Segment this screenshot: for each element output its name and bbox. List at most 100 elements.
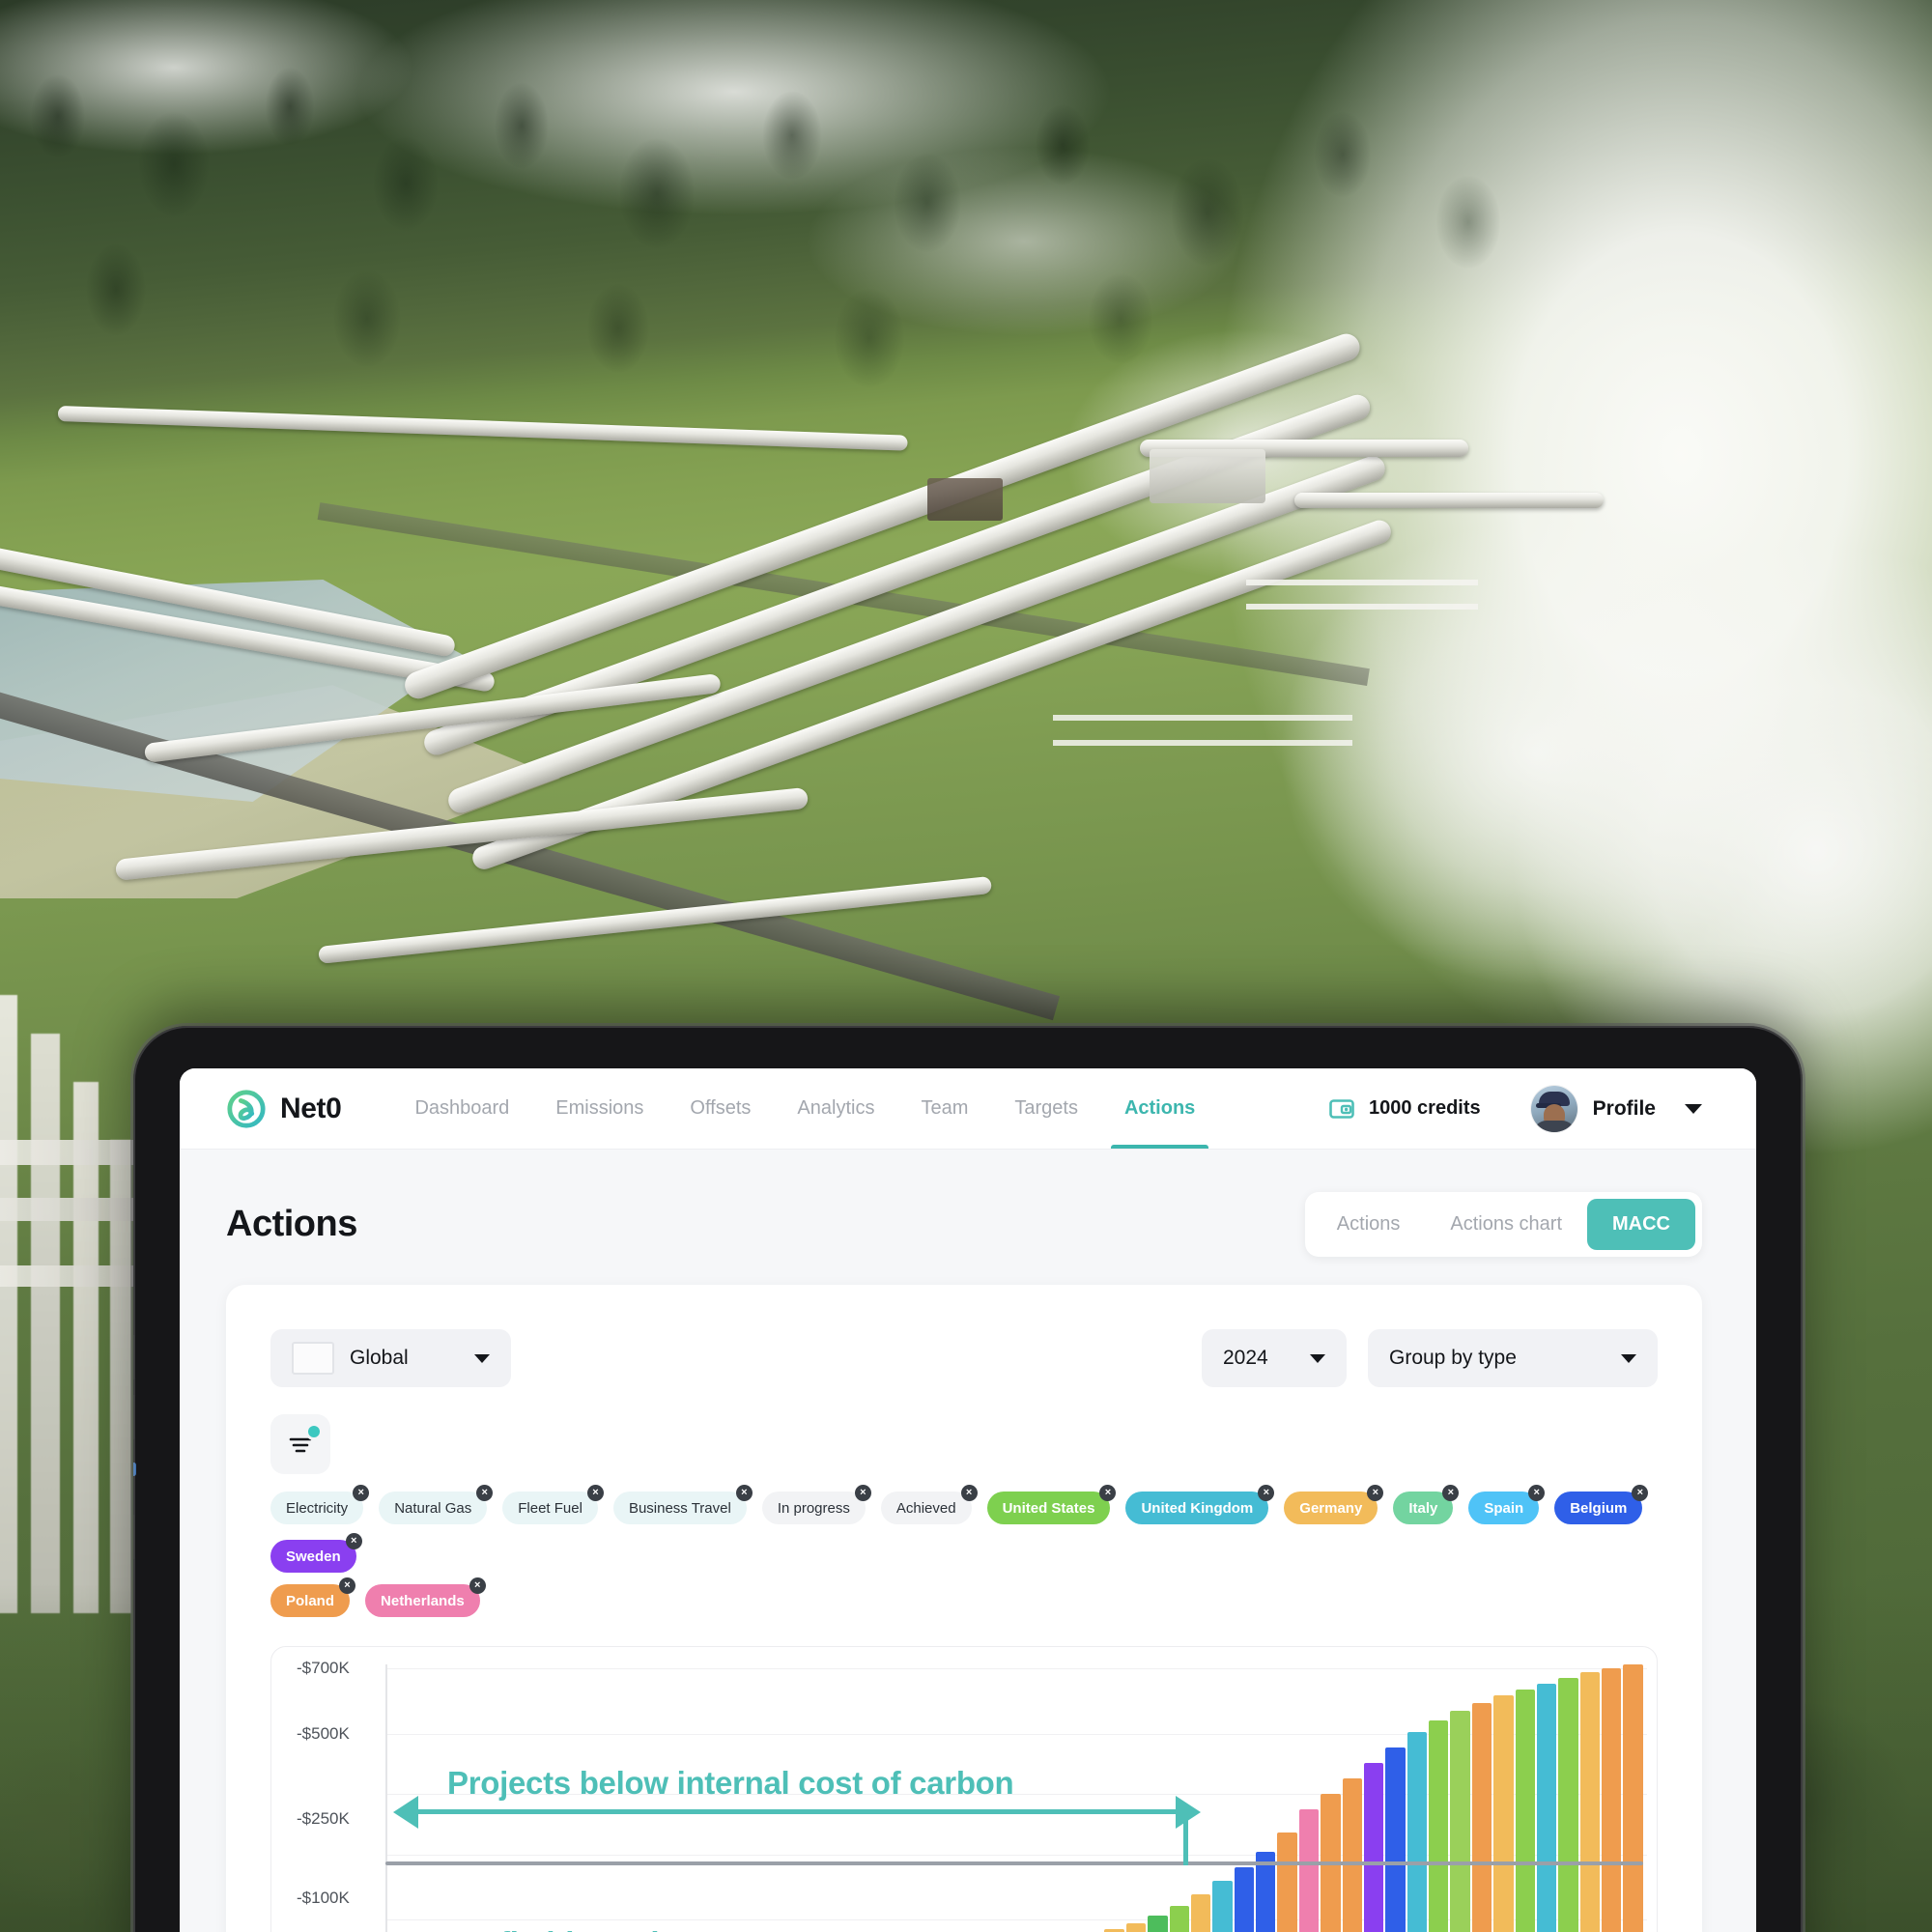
close-circle-icon[interactable]: × [1258, 1485, 1275, 1501]
close-circle-icon[interactable]: × [469, 1577, 486, 1594]
fence-rail [1053, 740, 1352, 746]
bar[interactable] [1234, 1867, 1254, 1932]
bar[interactable] [1342, 1778, 1362, 1932]
close-circle-icon[interactable]: × [1099, 1485, 1117, 1501]
tab-macc[interactable]: MACC [1587, 1198, 1695, 1250]
y-axis-line [385, 1664, 387, 1932]
close-circle-icon[interactable]: × [735, 1485, 753, 1501]
profile-menu[interactable]: Profile [1530, 1085, 1702, 1132]
net0-leaf-circle-icon [226, 1089, 267, 1129]
close-circle-icon[interactable]: × [476, 1485, 494, 1501]
credits-indicator[interactable]: 1000 credits [1328, 1095, 1481, 1122]
filter-chip-label: Italy [1408, 1499, 1438, 1517]
scope-select[interactable]: Global [270, 1329, 511, 1387]
tab-actions[interactable]: Actions [1312, 1199, 1426, 1250]
bar[interactable] [1471, 1703, 1492, 1932]
filter-chip[interactable]: Germany × [1284, 1485, 1384, 1524]
bar[interactable] [1406, 1732, 1427, 1932]
filter-chip-label: Sweden [286, 1548, 341, 1565]
filter-chip[interactable]: Business Travel × [612, 1485, 753, 1524]
close-circle-icon[interactable]: × [1528, 1485, 1546, 1501]
filter-chip[interactable]: Electricity × [270, 1485, 370, 1524]
close-circle-icon[interactable]: × [345, 1533, 362, 1549]
tab-actions-chart[interactable]: Actions chart [1425, 1199, 1587, 1250]
bar[interactable] [1212, 1881, 1233, 1932]
filter-chip[interactable]: Italy × [1393, 1485, 1460, 1524]
filter-chip[interactable]: Spain × [1468, 1485, 1546, 1524]
nav-item-actions[interactable]: Actions [1101, 1068, 1218, 1149]
bar[interactable] [1125, 1923, 1147, 1932]
macc-card: Global 2024 Group by type Electricity × … [226, 1285, 1702, 1932]
filter-chip[interactable]: In progress × [761, 1485, 871, 1524]
year-select[interactable]: 2024 [1202, 1329, 1347, 1387]
filter-chip[interactable]: Fleet Fuel × [502, 1485, 604, 1524]
nav-item-analytics[interactable]: Analytics [774, 1068, 897, 1149]
filter-chip[interactable]: Netherlands × [365, 1577, 486, 1617]
filter-chip-label: Electricity [286, 1499, 349, 1517]
close-circle-icon[interactable]: × [1367, 1485, 1384, 1501]
nav-item-emissions[interactable]: Emissions [532, 1068, 667, 1149]
bar[interactable] [1515, 1690, 1535, 1932]
close-circle-icon[interactable]: × [854, 1485, 871, 1501]
filter-chip-label: Business Travel [628, 1499, 731, 1517]
nav-item-offsets[interactable]: Offsets [667, 1068, 774, 1149]
bar[interactable] [1579, 1672, 1600, 1932]
tablet-device: Net0 Dashboard Emissions Offsets Analyti… [133, 1026, 1803, 1932]
bar[interactable] [1148, 1916, 1168, 1932]
y-axis-tick: -$500K [297, 1724, 350, 1743]
bar[interactable] [1429, 1720, 1449, 1932]
arrow-line [416, 1809, 1179, 1814]
tablet-power-button[interactable] [133, 1515, 136, 1559]
scope-color-swatch [292, 1342, 334, 1375]
close-circle-icon[interactable]: × [586, 1485, 604, 1501]
filter-chip-label: Germany [1299, 1499, 1363, 1517]
filter-chip-label: Achieved [895, 1499, 956, 1517]
bar[interactable] [1558, 1678, 1578, 1932]
chevron-down-icon[interactable] [1685, 1103, 1702, 1114]
chevron-down-icon[interactable] [473, 1353, 490, 1363]
bar[interactable] [1602, 1668, 1622, 1932]
page-body: Actions Actions Actions chart MACC Globa… [180, 1150, 1756, 1932]
filter-chip[interactable]: Poland × [270, 1577, 356, 1617]
bar[interactable] [1493, 1695, 1514, 1932]
filter-sliders-icon[interactable] [270, 1414, 330, 1474]
bar[interactable] [1623, 1664, 1643, 1932]
close-circle-icon[interactable]: × [339, 1577, 356, 1594]
nav-item-dashboard[interactable]: Dashboard [391, 1068, 532, 1149]
arrow-head-left [393, 1796, 418, 1829]
filter-chip[interactable]: Achieved × [880, 1485, 978, 1524]
brand-logo[interactable]: Net0 [226, 1089, 342, 1129]
bar[interactable] [1190, 1894, 1211, 1932]
bar[interactable] [1450, 1711, 1470, 1932]
close-circle-icon[interactable]: × [1632, 1485, 1649, 1501]
filter-chip[interactable]: Natural Gas × [379, 1485, 494, 1524]
brand-name: Net0 [280, 1092, 342, 1124]
y-axis-tick: -$100K [297, 1889, 350, 1907]
close-circle-icon[interactable]: × [353, 1485, 370, 1501]
filter-chip-label: Poland [286, 1592, 335, 1609]
bar[interactable] [1169, 1906, 1189, 1932]
avatar [1530, 1085, 1577, 1132]
chevron-down-icon[interactable] [1310, 1353, 1325, 1363]
close-circle-icon[interactable]: × [1442, 1485, 1460, 1501]
bar[interactable] [1536, 1684, 1557, 1932]
bar[interactable] [1385, 1747, 1406, 1932]
group-by-select[interactable]: Group by type [1368, 1329, 1658, 1387]
bar[interactable] [1363, 1763, 1384, 1932]
tablet-volume-button[interactable] [133, 1335, 136, 1379]
filter-chip[interactable]: United States × [986, 1485, 1117, 1524]
bar[interactable] [1277, 1833, 1297, 1932]
filter-chip[interactable]: Sweden × [270, 1533, 362, 1573]
fence-rail [1053, 715, 1352, 721]
scope-label: Global [350, 1347, 409, 1369]
tablet-volume-button-2[interactable] [133, 1395, 136, 1439]
nav-item-team[interactable]: Team [897, 1068, 991, 1149]
filter-chip[interactable]: Belgium × [1554, 1485, 1649, 1524]
chips-line-2: Poland × Netherlands × [270, 1577, 1658, 1617]
filter-chip[interactable]: United Kingdom × [1125, 1485, 1275, 1524]
nav-item-targets[interactable]: Targets [991, 1068, 1101, 1149]
filter-chip-label: Natural Gas [394, 1499, 472, 1517]
bar[interactable] [1298, 1809, 1320, 1932]
chevron-down-icon[interactable] [1621, 1353, 1636, 1363]
close-circle-icon[interactable]: × [960, 1485, 978, 1501]
